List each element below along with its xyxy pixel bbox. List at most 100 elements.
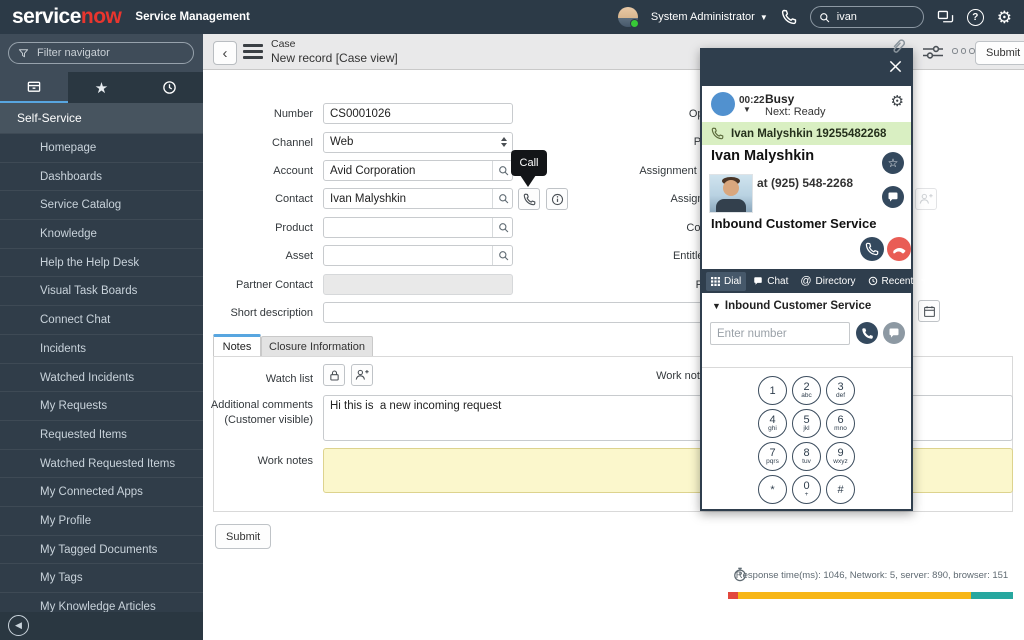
chat-bubble-icon	[753, 276, 763, 286]
sidebar-item[interactable]: Visual Task Boards	[0, 276, 203, 305]
phone-widget-header[interactable]	[702, 50, 911, 86]
field-label: Opened	[533, 103, 728, 131]
phone-tab-recent[interactable]: Recent	[863, 272, 919, 291]
sidebar-item[interactable]: My Tags	[0, 563, 203, 592]
contact-input[interactable]	[323, 188, 513, 209]
submit-button-top[interactable]: Submit	[975, 41, 1024, 65]
tab-all-applications[interactable]	[0, 72, 68, 103]
sidebar-item[interactable]: Incidents	[0, 333, 203, 363]
watch-list-lock-button[interactable]	[323, 364, 345, 386]
status-chevron-icon[interactable]: ▼	[743, 105, 751, 114]
product-input[interactable]	[323, 217, 513, 238]
filter-navigator[interactable]	[8, 42, 194, 64]
product-lookup-icon[interactable]	[492, 218, 513, 237]
global-search[interactable]	[809, 6, 924, 28]
account-lookup-icon[interactable]	[492, 161, 513, 180]
phone-tab-directory[interactable]: @ Directory	[795, 271, 860, 291]
sidebar-item[interactable]: Requested Items	[0, 419, 203, 449]
agent-avatar[interactable]	[711, 92, 735, 116]
response-bar-segment	[728, 592, 738, 599]
number-input[interactable]	[323, 103, 513, 124]
queue-selector[interactable]: ▼ Inbound Customer Service	[712, 300, 871, 312]
dialpad-key[interactable]: 3 def	[826, 376, 855, 405]
chat-number-button[interactable]	[883, 322, 905, 344]
dial-number-button[interactable]	[856, 322, 878, 344]
dialpad: 1 2 abc 3 def 4 ghi 5 jkl 6 mno 7 pqrs 8…	[758, 376, 858, 504]
gear-icon[interactable]: ⚙	[997, 9, 1012, 26]
contact-lookup-icon[interactable]	[492, 189, 513, 208]
dialpad-key-number: 2	[803, 381, 810, 393]
incoming-caller-text: Ivan Malyshkin 19255482268	[731, 127, 887, 140]
submit-button-bottom[interactable]: Submit	[215, 524, 272, 549]
short-description-label: Short description	[230, 307, 313, 319]
sidebar-item[interactable]: Knowledge	[0, 219, 203, 248]
sidebar-item[interactable]: My Connected Apps	[0, 477, 203, 506]
dialpad-key[interactable]: 0 +	[792, 475, 821, 504]
back-button[interactable]: ‹	[213, 41, 237, 65]
phone-favorites-star-icon[interactable]: ★	[920, 274, 931, 288]
tab-history[interactable]	[135, 72, 204, 103]
product-label: Product	[275, 222, 313, 234]
help-icon[interactable]: ?	[966, 8, 984, 26]
sidebar-item[interactable]: Watched Requested Items	[0, 448, 203, 478]
sidebar-item[interactable]: Dashboards	[0, 161, 203, 191]
contact-label: Contact	[275, 193, 313, 205]
account-input[interactable]	[323, 160, 513, 181]
channel-select[interactable]: Web	[323, 132, 513, 153]
sidebar-item[interactable]: Service Catalog	[0, 190, 203, 219]
caller-number: at (925) 548-2268	[757, 176, 854, 190]
phone-icon[interactable]	[781, 9, 797, 25]
dialpad-key[interactable]: 1	[758, 376, 787, 405]
tab-favorites[interactable]: ★	[67, 72, 136, 103]
sidebar-item[interactable]: Watched Incidents	[0, 362, 203, 392]
assigned-to-person-add-button[interactable]	[915, 188, 937, 210]
chat-with-caller-button[interactable]	[882, 186, 904, 208]
sidebar-item[interactable]: My Knowledge Articles	[0, 592, 203, 612]
answer-call-button[interactable]	[860, 237, 884, 261]
dialpad-key[interactable]: 5 jkl	[792, 409, 821, 438]
user-menu[interactable]: System Administrator ▼	[651, 11, 768, 23]
enter-number-input[interactable]	[710, 322, 850, 345]
phone-settings-gear-icon[interactable]: ⚙	[891, 94, 904, 109]
tab-closure-information[interactable]: Closure Information	[261, 336, 373, 357]
partner-contact-label: Partner Contact	[235, 279, 313, 291]
filter-bar	[0, 34, 203, 72]
sidebar-item[interactable]: Homepage	[0, 133, 203, 162]
dialpad-key[interactable]: 7 pqrs	[758, 442, 787, 471]
dialpad-key[interactable]: 4 ghi	[758, 409, 787, 438]
dialpad-key[interactable]: #	[826, 475, 855, 504]
sidebar-item[interactable]: My Tagged Documents	[0, 534, 203, 564]
dialpad-key-number: 3	[837, 381, 844, 393]
dialpad-key[interactable]: 2 abc	[792, 376, 821, 405]
sidebar-item[interactable]: Help the Help Desk	[0, 247, 203, 277]
incoming-call-banner[interactable]: Ivan Malyshkin 19255482268	[702, 122, 911, 145]
context-menu-icon[interactable]	[243, 44, 263, 48]
dialpad-key[interactable]: 8 tuv	[792, 442, 821, 471]
sidebar-section-header[interactable]: Self-Service	[0, 103, 203, 133]
attachment-icon[interactable]	[890, 38, 906, 55]
asset-lookup-icon[interactable]	[492, 246, 513, 265]
sidebar-item[interactable]: My Requests	[0, 391, 203, 420]
dialpad-key[interactable]: 9 wxyz	[826, 442, 855, 471]
dialpad-key[interactable]: 6 mno	[826, 409, 855, 438]
personalize-form-icon[interactable]	[922, 44, 944, 60]
phone-tab-dial[interactable]: Dial	[706, 271, 747, 291]
phone-tab-chat[interactable]: Chat	[748, 272, 793, 291]
user-avatar[interactable]	[617, 7, 639, 28]
filter-input[interactable]	[35, 46, 169, 60]
collapse-sidebar-button[interactable]: ◀	[8, 615, 29, 636]
chat-icon[interactable]	[937, 10, 954, 25]
dialpad-key[interactable]: *	[758, 475, 787, 504]
watch-list-add-person-button[interactable]	[351, 364, 373, 386]
more-options-icon[interactable]	[952, 48, 975, 54]
sidebar-item[interactable]: Connect Chat	[0, 305, 203, 334]
hangup-call-button[interactable]	[887, 237, 911, 261]
tab-notes[interactable]: Notes	[213, 334, 261, 357]
favorite-caller-button[interactable]: ☆	[882, 152, 904, 174]
dialpad-key-letters: wxyz	[833, 458, 848, 465]
calendar-icon-button[interactable]	[918, 300, 940, 322]
sidebar-item[interactable]: My Profile	[0, 505, 203, 535]
close-icon[interactable]	[888, 59, 903, 74]
asset-input[interactable]	[323, 245, 513, 266]
search-input[interactable]	[834, 10, 899, 24]
